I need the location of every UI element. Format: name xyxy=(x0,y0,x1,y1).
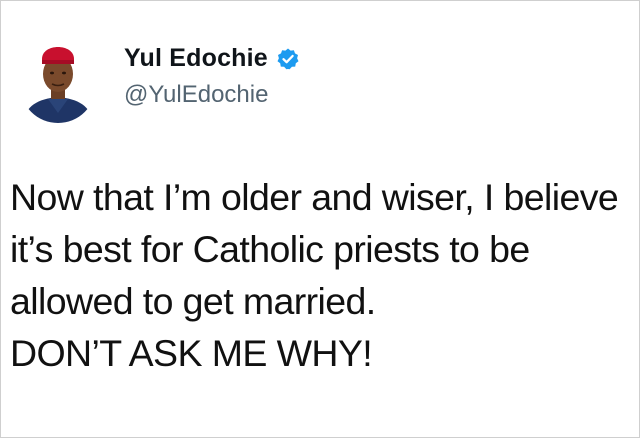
tweet-text-line: allowed to get married. xyxy=(10,280,376,322)
tweet-text-line: DON’T ASK ME WHY! xyxy=(10,332,373,374)
tweet-text-line: it’s best for Catholic priests to be xyxy=(10,228,530,270)
author-handle[interactable]: @YulEdochie xyxy=(124,81,268,109)
tweet-card: Yul Edochie @YulEdochie Now that I’m old… xyxy=(0,0,640,438)
tweet-text-line: Now that I’m older and wiser, I believe xyxy=(10,176,619,218)
author-avatar[interactable] xyxy=(18,27,98,127)
author-display-name[interactable]: Yul Edochie xyxy=(124,44,268,73)
verified-badge-icon xyxy=(276,47,300,71)
tweet-text: Now that I’m older and wiser, I believe … xyxy=(10,171,635,379)
profile-photo-icon xyxy=(20,47,96,123)
author-name-row: Yul Edochie xyxy=(124,44,300,73)
